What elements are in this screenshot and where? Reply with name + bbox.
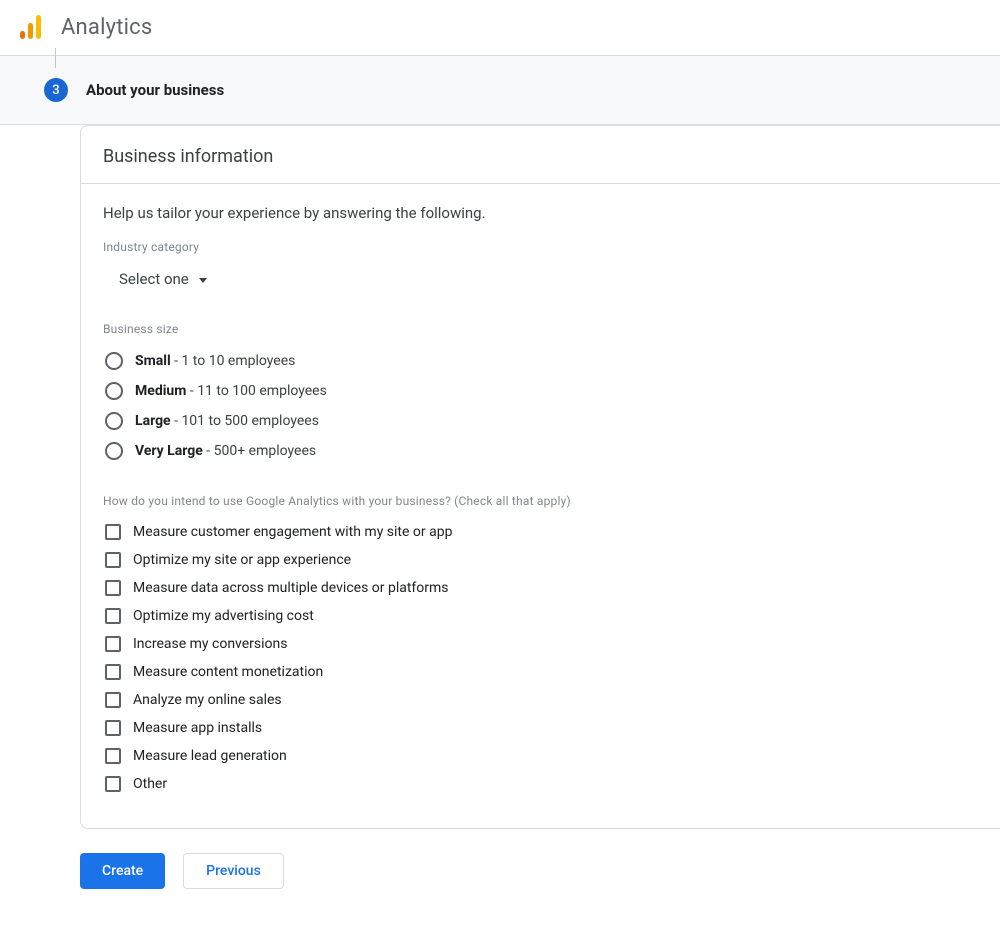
intent-option[interactable]: Analyze my online sales [103, 686, 978, 714]
radio-icon[interactable] [105, 352, 123, 370]
size-option-very-large[interactable]: Very Large - 500+ employees [103, 436, 978, 466]
app-header: Analytics [0, 0, 1000, 56]
intent-option-label: Optimize my site or app experience [133, 552, 351, 568]
size-option-large[interactable]: Large - 101 to 500 employees [103, 406, 978, 436]
checkbox-icon[interactable] [105, 636, 121, 652]
previous-button[interactable]: Previous [183, 853, 284, 889]
radio-icon[interactable] [105, 442, 123, 460]
size-option-detail: - 500+ employees [203, 443, 316, 459]
size-option-small[interactable]: Small - 1 to 10 employees [103, 346, 978, 376]
intent-option[interactable]: Optimize my site or app experience [103, 546, 978, 574]
size-option-main: Large [135, 413, 171, 429]
checkbox-icon[interactable] [105, 776, 121, 792]
industry-category-select[interactable]: Select one [109, 264, 217, 294]
size-option-main: Very Large [135, 443, 203, 459]
intent-option-label: Measure app installs [133, 720, 262, 736]
intent-label: How do you intend to use Google Analytic… [103, 494, 978, 508]
industry-select-value: Select one [119, 270, 189, 288]
size-option-main: Medium [135, 383, 186, 399]
step-title: About your business [86, 81, 224, 99]
intent-option-label: Optimize my advertising cost [133, 608, 314, 624]
radio-icon[interactable] [105, 412, 123, 430]
intent-option-label: Analyze my online sales [133, 692, 282, 708]
checkbox-icon[interactable] [105, 748, 121, 764]
intent-group: Measure customer engagement with my site… [103, 518, 978, 798]
create-button[interactable]: Create [80, 853, 165, 889]
industry-label: Industry category [103, 240, 978, 254]
intent-option[interactable]: Measure app installs [103, 714, 978, 742]
business-info-card: Business information Help us tailor your… [80, 125, 1000, 829]
caret-down-icon [199, 278, 207, 283]
size-option-medium[interactable]: Medium - 11 to 100 employees [103, 376, 978, 406]
checkbox-icon[interactable] [105, 552, 121, 568]
intent-option-label: Measure data across multiple devices or … [133, 580, 449, 596]
intent-option[interactable]: Measure customer engagement with my site… [103, 518, 978, 546]
radio-icon[interactable] [105, 382, 123, 400]
checkbox-icon[interactable] [105, 580, 121, 596]
checkbox-icon[interactable] [105, 608, 121, 624]
checkbox-icon[interactable] [105, 664, 121, 680]
intent-option[interactable]: Measure data across multiple devices or … [103, 574, 978, 602]
size-option-detail: - 11 to 100 employees [186, 383, 326, 399]
intent-option-label: Increase my conversions [133, 636, 288, 652]
stepper: 3 About your business [0, 56, 1000, 125]
size-option-detail: - 1 to 10 employees [171, 353, 296, 369]
form-actions: Create Previous [0, 829, 1000, 919]
step-3[interactable]: 3 About your business [44, 78, 1000, 102]
intent-option[interactable]: Measure content monetization [103, 658, 978, 686]
step-number-badge: 3 [44, 78, 68, 102]
intent-option-label: Other [133, 776, 167, 792]
intent-option-label: Measure customer engagement with my site… [133, 524, 452, 540]
checkbox-icon[interactable] [105, 720, 121, 736]
analytics-logo-icon [20, 15, 41, 41]
intent-option[interactable]: Optimize my advertising cost [103, 602, 978, 630]
app-title: Analytics [61, 15, 152, 40]
size-option-detail: - 101 to 500 employees [171, 413, 319, 429]
intent-option-label: Measure lead generation [133, 748, 287, 764]
intent-option[interactable]: Increase my conversions [103, 630, 978, 658]
business-size-label: Business size [103, 322, 978, 336]
checkbox-icon[interactable] [105, 692, 121, 708]
intent-option[interactable]: Other [103, 770, 978, 798]
checkbox-icon[interactable] [105, 524, 121, 540]
card-title: Business information [81, 126, 1000, 184]
size-option-main: Small [135, 353, 171, 369]
intent-option[interactable]: Measure lead generation [103, 742, 978, 770]
help-text: Help us tailor your experience by answer… [103, 204, 978, 222]
business-size-group: Small - 1 to 10 employees Medium - 11 to… [103, 346, 978, 466]
intent-option-label: Measure content monetization [133, 664, 323, 680]
